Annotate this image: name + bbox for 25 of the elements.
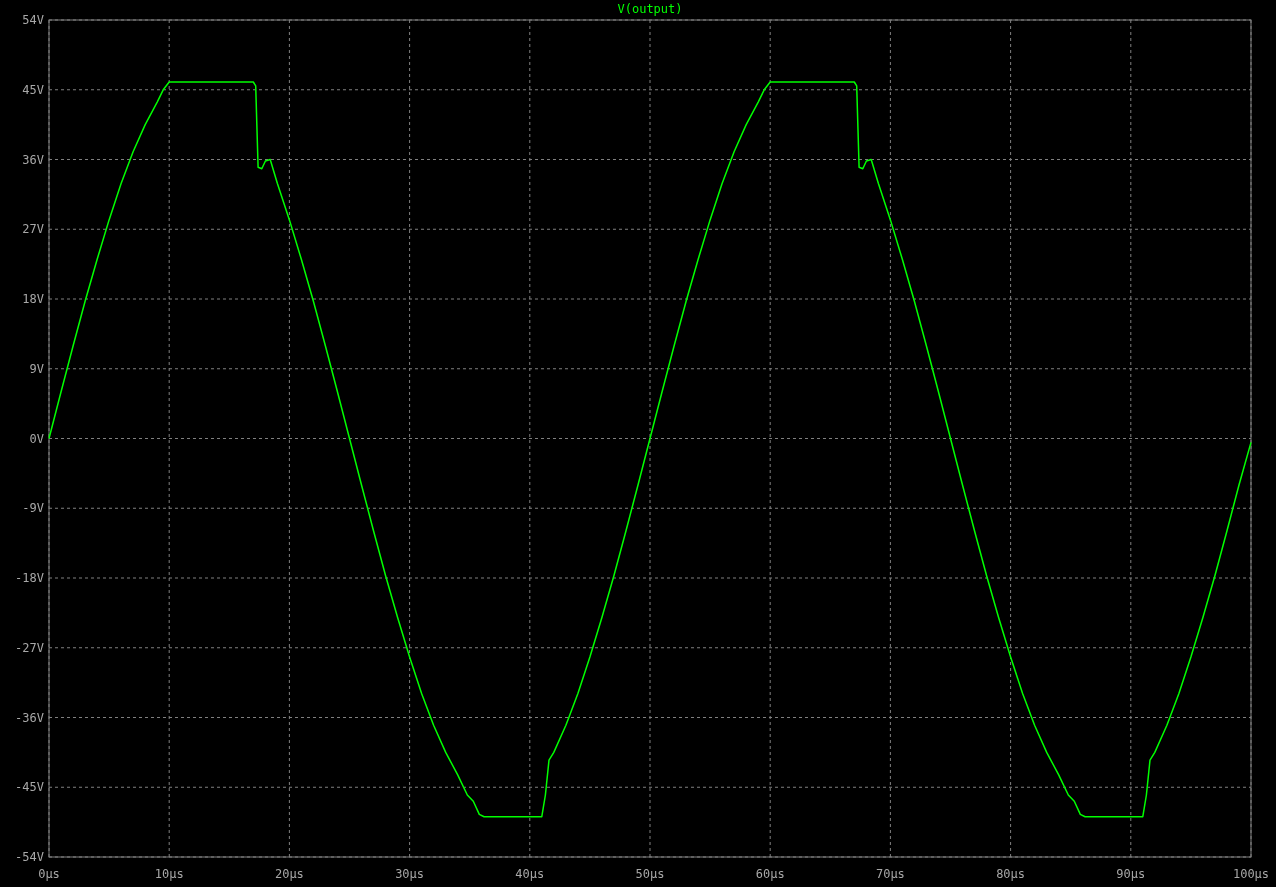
y-tick-label: -45V	[15, 780, 44, 795]
x-tick-label: 0µs	[38, 867, 60, 881]
x-tick-label: 60µs	[755, 867, 785, 881]
x-tick-label: 80µs	[996, 867, 1026, 881]
x-tick-label: 40µs	[515, 867, 545, 881]
x-tick-label: 50µs	[635, 867, 665, 881]
y-tick-label: -9V	[22, 501, 44, 516]
y-tick-label: -18V	[15, 571, 44, 585]
y-tick-label: 0V	[29, 431, 44, 446]
y-tick-label: 27V	[22, 222, 44, 237]
x-tick-label: 10µs	[154, 867, 184, 881]
x-tick-label: 90µs	[1116, 867, 1146, 881]
legend-label: V(output)	[617, 2, 683, 16]
y-tick-label: 54V	[22, 13, 44, 27]
x-tick-label: 100µs	[1232, 867, 1270, 881]
y-tick-label: -27V	[15, 640, 44, 655]
x-tick-label: 20µs	[274, 867, 304, 881]
y-tick-label: 36V	[22, 152, 44, 167]
x-tick-label: 30µs	[395, 867, 425, 881]
y-tick-label: 9V	[29, 361, 44, 376]
x-tick-label: 70µs	[875, 867, 905, 881]
y-tick-label: -36V	[15, 710, 44, 725]
y-tick-label: 45V	[22, 82, 44, 97]
y-tick-label: -54V	[15, 850, 44, 864]
y-tick-label: 18V	[22, 292, 44, 306]
